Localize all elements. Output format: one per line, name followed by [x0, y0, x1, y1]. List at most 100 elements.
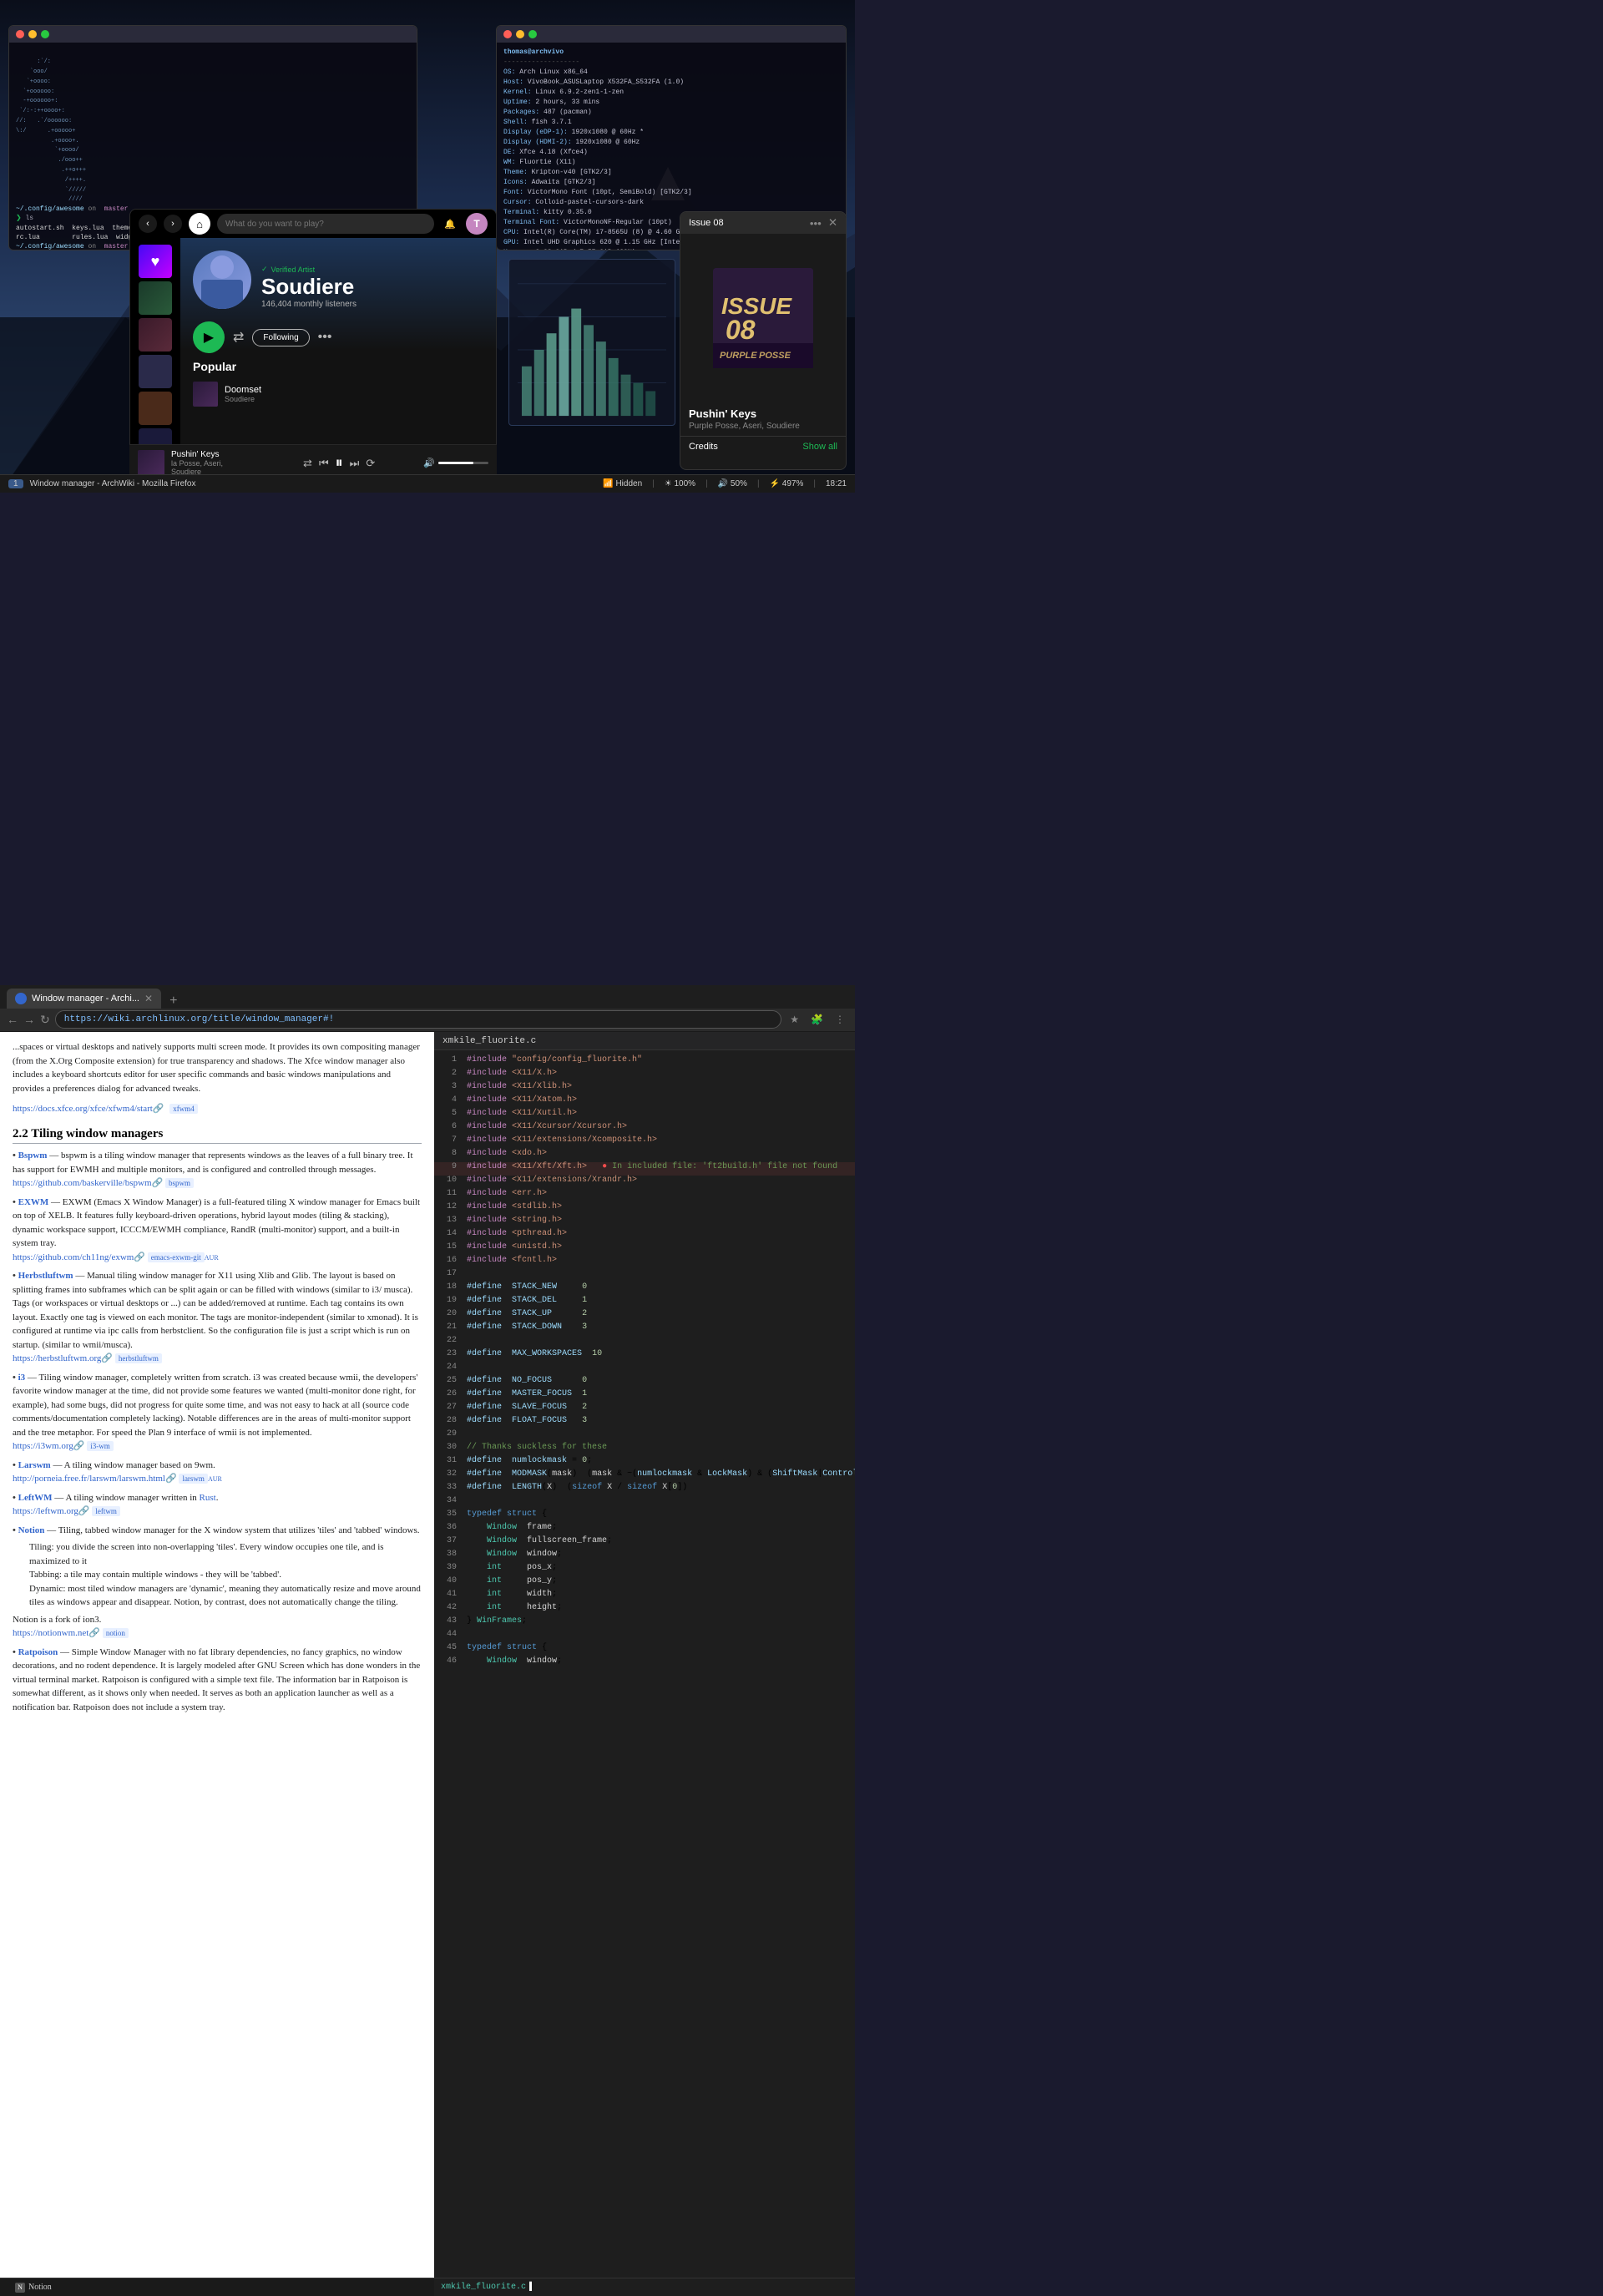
code-line: 8#include <xdo.h>: [434, 1149, 855, 1162]
code-line: 43} WinFrames;: [434, 1616, 855, 1630]
notion-badge: notion: [103, 1628, 129, 1638]
back-button[interactable]: ←: [7, 1013, 18, 1026]
code-line: 37 Window fullscreen_frame;: [434, 1536, 855, 1550]
code-line: 2#include <X11/X.h>: [434, 1069, 855, 1082]
play-button[interactable]: ▶: [193, 321, 225, 353]
exwm-badge: emacs-exwm-git: [148, 1252, 205, 1262]
next-button[interactable]: ⏭: [350, 457, 360, 470]
wm-item-notion: • Notion — Tiling, tabbed window manager…: [13, 1524, 422, 1641]
code-line: 32#define MODMASK(mask) (mask & ~(numloc…: [434, 1469, 855, 1483]
credits-button[interactable]: Credits: [689, 442, 718, 452]
close-btn[interactable]: [503, 30, 512, 38]
track-subtitle: Soudiere: [225, 395, 261, 403]
code-line: 3#include <X11/Xlib.h>: [434, 1082, 855, 1095]
notification-button[interactable]: 🔔: [441, 215, 459, 233]
playlist-item-4[interactable]: [139, 392, 172, 425]
album-cover: ISSUE 08 PURPLE POSSE: [713, 268, 813, 368]
issue08-more[interactable]: •••: [810, 216, 822, 230]
more-options-button[interactable]: •••: [318, 330, 332, 345]
code-line: 19#define STACK_DEL 1: [434, 1296, 855, 1309]
neofetch-titlebar: [497, 26, 846, 43]
workspace-indicator[interactable]: 1: [8, 479, 23, 488]
tab-favicon: [15, 993, 27, 1004]
herbst-badge: herbstluftwm: [115, 1353, 162, 1363]
home-button[interactable]: ⌂: [189, 213, 210, 235]
search-input[interactable]: [217, 214, 434, 234]
volume-icon: 🔊: [423, 458, 435, 468]
extensions-button[interactable]: 🧩: [807, 1012, 827, 1027]
volume-bar[interactable]: [438, 462, 488, 464]
wm-item-leftwm: • LeftWM — A tiling window manager writt…: [13, 1491, 422, 1519]
exwm-link[interactable]: https://github.com/ch11ng/exwm🔗: [13, 1252, 145, 1262]
maximize-btn[interactable]: [528, 30, 537, 38]
active-tab[interactable]: Window manager - Archi... ✕: [7, 989, 161, 1009]
spotify-window: ‹ › ⌂ 🔔 T ♥: [129, 209, 497, 476]
terminal-cursor[interactable]: ▌: [529, 2283, 534, 2292]
following-button[interactable]: Following: [252, 329, 309, 346]
code-line: 21#define STACK_DOWN 3: [434, 1322, 855, 1336]
active-window-title: Window manager - ArchWiki - Mozilla Fire…: [30, 479, 196, 488]
leftwm-link[interactable]: https://leftwm.org🔗: [13, 1506, 90, 1516]
i3-badge: i3-wm: [87, 1441, 114, 1451]
player-controls: ⇄ ⏮ ⏸ ⏭ ⟳: [261, 454, 417, 472]
back-button[interactable]: ‹: [139, 215, 157, 233]
track-item[interactable]: Doomset Soudiere: [193, 378, 483, 410]
avatar[interactable]: T: [466, 213, 488, 235]
issue08-close[interactable]: ✕: [828, 216, 837, 230]
liked-songs[interactable]: ♥: [139, 245, 172, 278]
playlist-item-1[interactable]: [139, 281, 172, 315]
url-bar[interactable]: [55, 1010, 782, 1029]
close-tab-button[interactable]: ✕: [144, 993, 153, 1004]
bookmark-button[interactable]: ★: [786, 1012, 802, 1027]
code-line: 30// Thanks suckless for these: [434, 1443, 855, 1456]
wm-item-i3: • i3 — Tiling window manager, completely…: [13, 1371, 422, 1454]
monthly-listeners: 146,404 monthly listeners: [261, 300, 483, 309]
code-line: 26#define MASTER_FOCUS 1: [434, 1389, 855, 1403]
code-line: 11#include <err.h>: [434, 1189, 855, 1202]
xfwm-docs-link[interactable]: https://docs.xfce.org/xfce/xfwm4/start🔗: [13, 1104, 164, 1114]
larswm-link[interactable]: http://porneia.free.fr/larswm/larswm.htm…: [13, 1474, 177, 1484]
code-line: 41 int width;: [434, 1590, 855, 1603]
menu-button[interactable]: ⋮: [832, 1012, 848, 1027]
maximize-btn[interactable]: [41, 30, 49, 38]
wm-item-herbst: • Herbstluftwm — Manual tiling window ma…: [13, 1269, 422, 1366]
close-btn[interactable]: [16, 30, 24, 38]
pause-button[interactable]: ⏸: [336, 454, 343, 472]
taskbar-left: 1 Window manager - ArchWiki - Mozilla Fi…: [8, 479, 196, 488]
issue08-title: Issue 08: [689, 218, 724, 228]
terminal-prompt: xmkile_fluorite.c: [441, 2283, 526, 2292]
code-content: 1#include "config/config_fluorite.h" 2#i…: [434, 1050, 855, 1675]
shuffle-button[interactable]: ⇄: [233, 329, 244, 346]
reload-button[interactable]: ↻: [40, 1013, 50, 1027]
svg-text:PURPLE: PURPLE: [720, 351, 757, 361]
forward-button[interactable]: →: [23, 1013, 35, 1026]
show-all-button[interactable]: Show all: [802, 442, 837, 452]
notion-taskbar: N Notion: [0, 2278, 434, 2296]
herbst-link[interactable]: https://herbstluftwm.org🔗: [13, 1353, 113, 1363]
shuffle-button[interactable]: ⇄: [303, 457, 312, 470]
forward-button[interactable]: ›: [164, 215, 182, 233]
playlist-item-2[interactable]: [139, 318, 172, 351]
playlist-item-3[interactable]: [139, 355, 172, 388]
artist-banner: ✓ Verified Artist Soudiere 146,404 month…: [180, 238, 496, 321]
bottom-terminal: xmkile_fluorite.c ▌: [434, 2278, 855, 2296]
track-title: Doomset: [225, 385, 261, 395]
code-line: 7#include <X11/extensions/Xcomposite.h>: [434, 1135, 855, 1149]
minimize-btn[interactable]: [28, 30, 37, 38]
terminal-titlebar: [9, 26, 417, 43]
player-artist: la Posse, Aseri, Soudiere: [171, 459, 255, 476]
previous-button[interactable]: ⏮: [319, 457, 329, 470]
minimize-btn[interactable]: [516, 30, 524, 38]
issue08-track-info: Pushin' Keys Purple Posse, Aseri, Soudie…: [680, 402, 846, 436]
code-line: 36 Window frame;: [434, 1523, 855, 1536]
repeat-button[interactable]: ⟳: [366, 457, 375, 470]
new-tab-button[interactable]: +: [163, 994, 184, 1009]
spotify-main: ✓ Verified Artist Soudiere 146,404 month…: [180, 238, 496, 425]
code-line: 17: [434, 1269, 855, 1282]
code-line: 42 int height;: [434, 1603, 855, 1616]
code-line: 18#define STACK_NEW 0: [434, 1282, 855, 1296]
wm-item-ratpoison: • Ratpoison — Simple Window Manager with…: [13, 1646, 422, 1715]
i3-link[interactable]: https://i3wm.org🔗: [13, 1441, 85, 1451]
bspwm-link[interactable]: https://github.com/baskerville/bspwm🔗: [13, 1178, 163, 1188]
notion-link[interactable]: https://notionwm.net🔗: [13, 1628, 100, 1638]
